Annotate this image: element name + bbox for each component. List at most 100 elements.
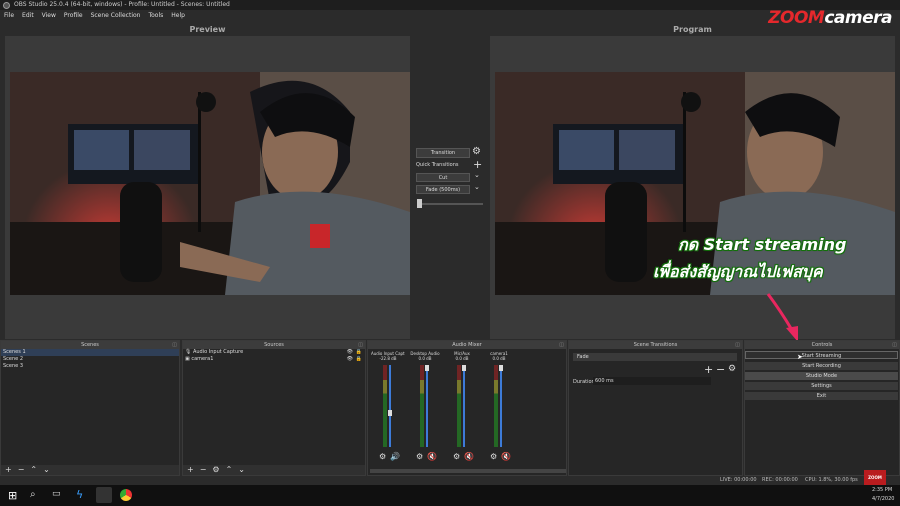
mixer-channel: Desktop Audio 0.0 dB ⚙ 🔇	[408, 351, 442, 465]
chevron-down-icon[interactable]: ⌄	[43, 465, 50, 475]
mouse-cursor-icon: ➤	[797, 353, 803, 361]
add-icon[interactable]: +	[704, 363, 713, 376]
search-icon[interactable]: ⌕	[30, 489, 36, 500]
overlay-instruction-line1: กด Start streaming	[678, 235, 847, 254]
mixer-channel: camera1 0.0 dB ⚙ 🔇	[482, 351, 516, 465]
add-icon[interactable]: +	[5, 465, 12, 475]
volume-fader-handle[interactable]	[462, 365, 466, 371]
add-quick-transition-icon[interactable]: +	[473, 158, 482, 171]
scene-item[interactable]: Scene 3	[1, 363, 179, 370]
preview-video[interactable]	[10, 72, 410, 295]
audio-mixer-header: Audio Mixer ◫	[368, 341, 566, 349]
duration-label: Duration	[573, 379, 595, 385]
remove-icon[interactable]: −	[716, 363, 725, 376]
lock-icon[interactable]: 🔒	[356, 349, 362, 356]
studio-mode-button[interactable]: Studio Mode	[745, 372, 898, 380]
menu-scene-collection[interactable]: Scene Collection	[91, 10, 141, 21]
channel-db: 0.0 dB	[418, 356, 432, 361]
title-bar: OBS Studio 25.0.4 (64-bit, windows) - Pr…	[0, 0, 900, 10]
exit-button[interactable]: Exit	[745, 392, 898, 400]
add-icon[interactable]: +	[187, 465, 194, 475]
duration-input[interactable]: 600 ms	[593, 377, 711, 385]
gear-icon[interactable]: ⚙	[728, 364, 736, 374]
volume-fader[interactable]	[389, 365, 391, 447]
gear-icon[interactable]: ⚙	[453, 452, 460, 461]
cut-transition-button[interactable]: Cut	[416, 173, 470, 182]
windows-start-icon[interactable]: ⊞	[8, 489, 17, 502]
volume-fader-handle[interactable]	[425, 365, 429, 371]
cpu-status: CPU: 1.8%, 30.00 fps	[805, 477, 858, 483]
volume-meter	[383, 365, 387, 447]
menu-tools[interactable]: Tools	[148, 10, 163, 21]
gear-icon[interactable]: ⚙	[416, 452, 423, 461]
mixer-scrollbar[interactable]	[370, 469, 566, 473]
chevron-up-icon[interactable]: ⌃	[30, 465, 37, 475]
remove-icon[interactable]: −	[18, 465, 25, 475]
gear-icon[interactable]: ⚙	[379, 452, 386, 461]
scenes-dock: Scenes ◫ Scenes 1 Scene 2 Scene 3 + − ⌃ ⌄	[0, 340, 180, 476]
eye-icon[interactable]: 👁	[347, 356, 353, 363]
source-item[interactable]: 🎙 Audio Input Capture 👁 🔒	[183, 349, 365, 356]
menu-profile[interactable]: Profile	[64, 10, 83, 21]
menu-help[interactable]: Help	[171, 10, 185, 21]
volume-fader[interactable]	[463, 365, 465, 447]
chevron-down-icon[interactable]: ⌄	[474, 171, 480, 179]
volume-fader-handle[interactable]	[388, 410, 392, 416]
windows-taskbar: ⊞ ⌕ ▭ ϟ 2:35 PM 4/7/2020	[0, 485, 900, 506]
mixer-channel: Audio Input Capture-22.8 dB⚙🔊	[371, 351, 405, 465]
app-icon[interactable]: ϟ	[76, 488, 83, 501]
overlay-instruction-line2: เพื่อส่งสัญญาณไปเฟสบุค	[653, 262, 823, 281]
preview-panel: Preview	[5, 25, 410, 339]
transition-slider[interactable]	[417, 203, 483, 205]
program-panel: Program	[490, 25, 895, 339]
scenes-toolbar: + − ⌃ ⌄	[1, 465, 179, 475]
fade-transition-button[interactable]: Fade (500ms)	[416, 185, 470, 194]
gear-icon[interactable]: ⚙	[472, 146, 481, 157]
scene-transitions-header: Scene Transitions ◫	[569, 341, 742, 349]
gear-icon[interactable]: ⚙	[490, 452, 497, 461]
settings-button[interactable]: Settings	[745, 382, 898, 390]
scenes-header: Scenes ◫	[1, 341, 179, 349]
scene-item[interactable]: Scene 2	[1, 356, 179, 363]
audio-mixer-dock: Audio Mixer◫ Audio Input Capture-22.8 dB…	[367, 340, 567, 476]
menu-view[interactable]: View	[42, 10, 56, 21]
volume-fader[interactable]	[426, 365, 428, 447]
live-status: LIVE: 00:00:00	[720, 477, 757, 483]
task-view-icon[interactable]: ▭	[52, 489, 61, 499]
remove-icon[interactable]: −	[200, 465, 207, 475]
volume-fader[interactable]	[500, 365, 502, 447]
channel-db: 0.0 dB	[492, 356, 506, 361]
eye-icon[interactable]: 👁	[347, 349, 353, 356]
chevron-up-icon[interactable]: ⌃	[226, 465, 233, 475]
scene-item[interactable]: Scenes 1	[1, 349, 179, 356]
start-streaming-button[interactable]: Start Streaming	[745, 351, 898, 359]
speaker-muted-icon[interactable]: 🔇	[427, 452, 437, 461]
microphone-icon: 🎙	[185, 349, 192, 355]
speaker-muted-icon[interactable]: 🔇	[501, 452, 511, 461]
transition-button[interactable]: Transition	[416, 148, 470, 158]
transition-type-select[interactable]: Fade	[573, 353, 737, 361]
speaker-muted-icon[interactable]: 🔇	[464, 452, 474, 461]
source-item[interactable]: ▣ camera1 👁 🔒	[183, 356, 365, 363]
obs-logo-icon	[3, 2, 10, 9]
preview-label: Preview	[189, 25, 226, 34]
menu-edit[interactable]: Edit	[22, 10, 34, 21]
gear-icon[interactable]: ⚙	[212, 465, 219, 475]
obs-taskbar-icon[interactable]	[96, 487, 112, 503]
volume-meter	[494, 365, 498, 447]
menu-file[interactable]: File	[4, 10, 14, 21]
speaker-icon[interactable]: 🔊	[390, 452, 400, 461]
sources-toolbar: + − ⚙ ⌃ ⌄	[183, 465, 365, 475]
volume-fader-handle[interactable]	[499, 365, 503, 371]
start-recording-button[interactable]: Start Recording	[745, 362, 898, 370]
chevron-down-icon[interactable]: ⌄	[238, 465, 245, 475]
clock-date: 4/7/2020	[872, 496, 895, 502]
volume-meter	[420, 365, 424, 447]
mixer-channel: Mic/Aux 0.0 dB ⚙ 🔇	[445, 351, 479, 465]
chevron-down-icon[interactable]: ⌄	[474, 183, 480, 191]
chrome-icon[interactable]	[120, 489, 132, 501]
transition-slider-handle[interactable]	[417, 199, 422, 208]
channel-db: 0.0 dB	[455, 356, 469, 361]
lock-icon[interactable]: 🔒	[356, 356, 362, 363]
scene-transitions-dock: Scene Transitions ◫ Fade + − ⚙ Duration 6…	[568, 340, 743, 476]
